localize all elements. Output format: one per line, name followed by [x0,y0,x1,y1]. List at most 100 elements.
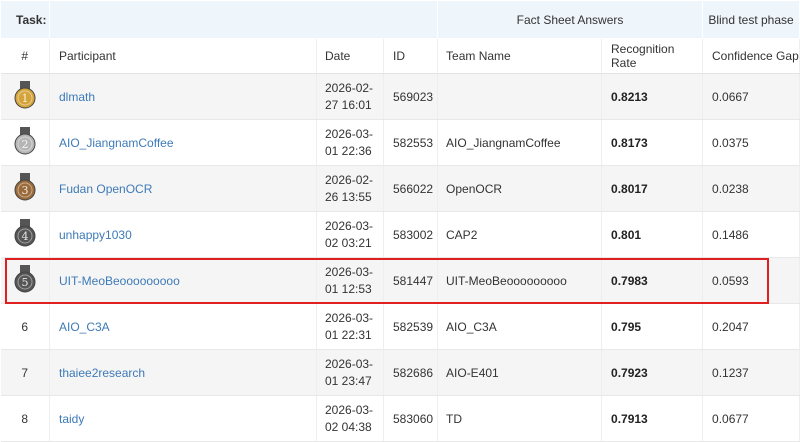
medal-icon: 4 [14,219,36,250]
rank-cell: 7 [0,349,50,396]
id-cell: 582539 [383,303,439,350]
blind-test-header: Blind test phase [702,0,800,39]
rank-number: 6 [21,319,29,334]
id-cell: 566022 [383,165,439,212]
medal-icon: 1 [14,81,36,112]
recognition-rate-cell: 0.8017 [601,165,704,212]
rank-cell: 5 [0,257,50,304]
table-row: 7 thaiee2research 2026-03- 01 23:47 582686 AI… [0,349,800,396]
col-participant[interactable]: Participant [49,38,317,74]
date-line: 2026-03- [325,218,374,233]
table-row: 8 taidy 2026-03- 02 04:38 583060 TD 0.7913 0.06… [0,395,800,442]
svg-text:3: 3 [21,184,28,197]
date-line: 2026-03- [325,356,374,371]
date-cell: 2026-03- 01 12:53 [316,257,384,304]
confidence-gap-cell: 0.0593 [702,257,800,304]
svg-text:2: 2 [21,138,28,151]
rank-cell: 4 [0,211,50,258]
header-spacer [48,0,439,39]
participant-link[interactable]: dlmath [59,90,95,104]
recognition-rate-cell: 0.7913 [601,395,704,442]
id-cell: 582553 [383,119,439,166]
svg-text:1: 1 [21,92,28,105]
table-row: 3 Fudan OpenOCR 2026-02- 26 13:55 566022 Open… [0,165,800,212]
time-line: 01 22:31 [325,327,372,342]
col-date[interactable]: Date [316,38,384,74]
recognition-rate-cell: 0.801 [601,211,704,258]
time-line: 26 13:55 [325,189,372,204]
rank-cell: 6 [0,303,50,350]
participant-cell: UIT-MeoBeooooooooo [49,257,317,304]
id-cell: 583060 [383,395,439,442]
time-line: 02 04:38 [325,419,372,434]
id-cell: 582686 [383,349,439,396]
team-name-cell: TD [437,395,603,442]
participant-cell: AIO_JiangnamCoffee [49,119,317,166]
svg-text:5: 5 [21,276,28,289]
date-cell: 2026-03- 01 22:36 [316,119,384,166]
participant-link[interactable]: taidy [59,412,84,426]
column-header-row: # Participant Date ID Team Name Recognit… [0,38,800,74]
confidence-gap-cell: 0.1486 [702,211,800,258]
date-cell: 2026-03- 02 03:21 [316,211,384,258]
rank-cell: 3 [0,165,50,212]
date-line: 2026-03- [325,310,374,325]
col-id[interactable]: ID [383,38,439,74]
participant-cell: Fudan OpenOCR [49,165,317,212]
participant-cell: taidy [49,395,317,442]
team-name-cell: CAP2 [437,211,603,258]
table-row: 4 unhappy1030 2026-03- 02 03:21 583002 CAP2 0.… [0,211,800,258]
date-cell: 2026-03- 01 22:31 [316,303,384,350]
col-recognition-rate[interactable]: Recognition Rate [601,38,704,74]
id-cell: 569023 [383,73,439,120]
participant-cell: thaiee2research [49,349,317,396]
team-name-cell: AIO_JiangnamCoffee [437,119,603,166]
recognition-rate-cell: 0.8213 [601,73,704,120]
time-line: 27 16:01 [325,97,372,112]
id-cell: 581447 [383,257,439,304]
date-line: 2026-03- [325,126,374,141]
team-name-cell [437,73,603,120]
header-group-row: Task: Fact Sheet Answers Blind test phas… [0,0,800,39]
confidence-gap-cell: 0.0238 [702,165,800,212]
col-confidence-gap[interactable]: Confidence Gap [702,38,800,74]
rank-number: 8 [21,411,29,426]
fact-sheet-header: Fact Sheet Answers [437,0,704,39]
col-team-name[interactable]: Team Name [437,38,603,74]
date-cell: 2026-02- 27 16:01 [316,73,384,120]
participant-link[interactable]: AIO_C3A [59,320,110,334]
team-name-cell: AIO-E401 [437,349,603,396]
date-cell: 2026-03- 01 23:47 [316,349,384,396]
time-line: 02 03:21 [325,235,372,250]
table-row: 2 AIO_JiangnamCoffee 2026-03- 01 22:36 58255… [0,119,800,166]
participant-link[interactable]: unhappy1030 [59,228,132,242]
recognition-rate-cell: 0.7983 [601,257,704,304]
medal-icon: 5 [14,265,36,296]
recognition-rate-cell: 0.795 [601,303,704,350]
participant-link[interactable]: thaiee2research [59,366,145,380]
task-label: Task: [0,0,50,39]
team-name-cell: AIO_C3A [437,303,603,350]
table-row: 1 dlmath 2026-02- 27 16:01 569023 0.8213 0.066… [0,73,800,120]
date-cell: 2026-03- 02 04:38 [316,395,384,442]
recognition-rate-cell: 0.8173 [601,119,704,166]
participant-link[interactable]: Fudan OpenOCR [59,182,152,196]
col-rank[interactable]: # [0,38,50,74]
team-name-cell: UIT-MeoBeooooooooo [437,257,603,304]
time-line: 01 23:47 [325,373,372,388]
date-line: 2026-03- [325,402,374,417]
participant-cell: unhappy1030 [49,211,317,258]
participant-cell: AIO_C3A [49,303,317,350]
time-line: 01 22:36 [325,143,372,158]
date-line: 2026-02- [325,80,374,95]
team-name-cell: OpenOCR [437,165,603,212]
confidence-gap-cell: 0.0667 [702,73,800,120]
rank-cell: 1 [0,73,50,120]
participant-link[interactable]: UIT-MeoBeooooooooo [59,274,180,288]
date-line: 2026-03- [325,264,374,279]
leaderboard-table: Task: Fact Sheet Answers Blind test phas… [0,0,800,442]
participant-link[interactable]: AIO_JiangnamCoffee [59,136,174,150]
participant-cell: dlmath [49,73,317,120]
date-line: 2026-02- [325,172,374,187]
recognition-rate-cell: 0.7923 [601,349,704,396]
